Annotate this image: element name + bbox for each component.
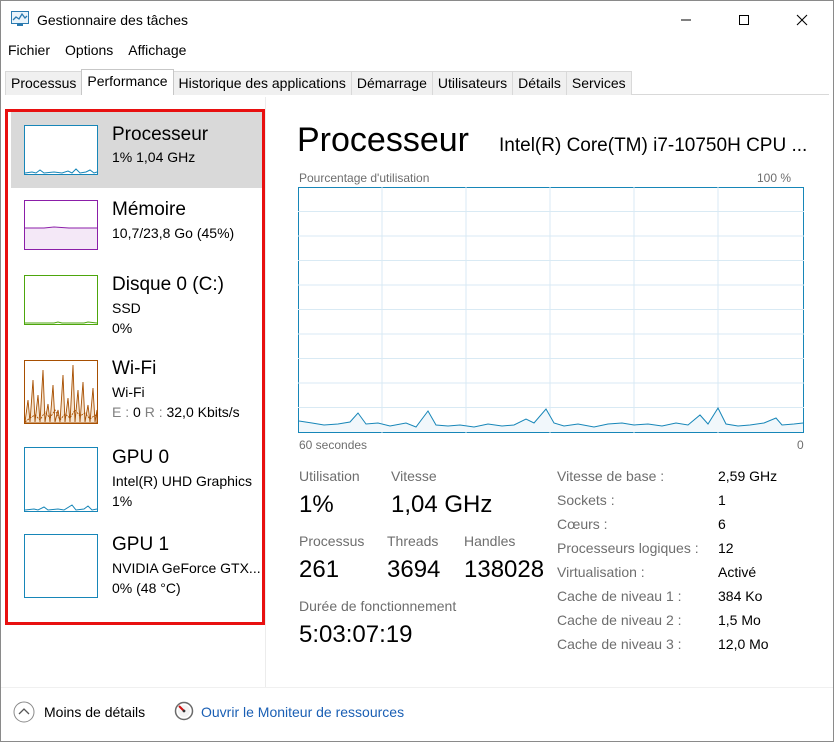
uptime-value: 5:03:07:19 xyxy=(299,621,413,648)
receive-label: R : xyxy=(144,404,163,420)
resource-detail: 10,7/23,8 Go (45%) xyxy=(112,225,235,241)
spec-label: Cache de niveau 1 : xyxy=(557,588,682,604)
send-label: E : xyxy=(112,404,130,420)
resource-list: Processeur 1% 1,04 GHz Mémoire 10,7/23,8… xyxy=(5,109,265,625)
resource-name: Wi-Fi xyxy=(112,358,157,379)
graph-label-top-left: Pourcentage d'utilisation xyxy=(299,171,430,185)
spec-label: Cache de niveau 2 : xyxy=(557,612,682,628)
receive-value: 32,0 Kbits/s xyxy=(166,404,240,420)
spec-value: 384 Ko xyxy=(718,588,763,604)
resource-detail: SSD xyxy=(112,300,141,316)
resource-usage: 0% (48 °C) xyxy=(112,580,181,596)
resource-detail: 1% 1,04 GHz xyxy=(112,149,196,165)
resource-item-disque[interactable]: Disque 0 (C:) SSD 0% xyxy=(11,264,262,340)
spec-label: Virtualisation : xyxy=(557,564,645,580)
wifi-throughput: E : 0 R : 32,0 Kbits/s xyxy=(112,404,240,420)
spec-label: Processeurs logiques : xyxy=(557,540,699,556)
memoire-mini-graph xyxy=(24,200,98,250)
minimize-icon xyxy=(681,19,691,21)
less-details-button[interactable]: Moins de détails xyxy=(44,704,145,720)
spec-value: 12,0 Mo xyxy=(718,636,769,652)
vitesse-label: Vitesse xyxy=(391,468,437,484)
wifi-mini-graph xyxy=(24,360,98,424)
send-value: 0 xyxy=(133,404,141,420)
resource-usage: 1% xyxy=(112,493,133,509)
gpu1-mini-graph xyxy=(24,534,98,598)
resource-name: Disque 0 (C:) xyxy=(112,274,224,295)
spec-label: Cache de niveau 3 : xyxy=(557,636,682,652)
resource-detail: Wi-Fi xyxy=(112,384,145,400)
close-icon xyxy=(796,14,808,26)
resource-name: Mémoire xyxy=(112,199,186,220)
graph-label-bottom-right: 0 xyxy=(797,438,804,452)
resource-monitor-icon[interactable] xyxy=(174,701,194,721)
page-title: Processeur xyxy=(297,121,469,159)
spec-label: Sockets : xyxy=(557,492,615,508)
resource-usage: 0% xyxy=(112,320,133,336)
tab-demarrage[interactable]: Démarrage xyxy=(350,71,433,95)
spec-value: 2,59 GHz xyxy=(718,468,778,484)
resource-item-memoire[interactable]: Mémoire 10,7/23,8 Go (45%) xyxy=(11,188,262,264)
spec-value: 1 xyxy=(718,492,726,508)
gpu0-mini-graph xyxy=(24,447,98,512)
title-bar: Gestionnaire des tâches xyxy=(1,1,833,39)
panel-divider xyxy=(265,97,266,687)
spec-value: 1,5 Mo xyxy=(718,612,761,628)
menu-options[interactable]: Options xyxy=(57,42,120,62)
menu-fichier[interactable]: Fichier xyxy=(1,42,57,62)
resource-item-wifi[interactable]: Wi-Fi Wi-Fi E : 0 R : 32,0 Kbits/s xyxy=(11,340,262,424)
chevron-up-icon[interactable] xyxy=(13,701,35,723)
resource-monitor-link[interactable]: Ouvrir le Moniteur de ressources xyxy=(201,704,404,720)
uptime-label: Durée de fonctionnement xyxy=(299,598,457,614)
maximize-button[interactable] xyxy=(721,1,767,39)
threads-label: Threads xyxy=(387,533,439,549)
handles-label: Handles xyxy=(464,533,516,549)
cpu-usage-graph xyxy=(298,187,804,433)
utilisation-value: 1% xyxy=(299,491,334,518)
resource-name: Processeur xyxy=(112,124,209,145)
cpu-model: Intel(R) Core(TM) i7-10750H CPU ... xyxy=(499,135,808,156)
handles-value: 138028 xyxy=(464,556,545,583)
threads-value: 3694 xyxy=(387,556,441,583)
disque-mini-graph xyxy=(24,275,98,325)
resource-name: GPU 1 xyxy=(112,534,170,555)
close-button[interactable] xyxy=(779,1,825,39)
utilisation-label: Utilisation xyxy=(299,468,360,484)
vitesse-value: 1,04 GHz xyxy=(391,491,493,518)
resource-item-gpu1[interactable]: GPU 1 NVIDIA GeForce GTX... 0% (48 °C) xyxy=(11,520,262,598)
resource-detail: Intel(R) UHD Graphics xyxy=(112,473,253,489)
resource-name: GPU 0 xyxy=(112,447,170,468)
menu-affichage[interactable]: Affichage xyxy=(120,42,193,62)
processus-label: Processus xyxy=(299,533,365,549)
tab-strip: Processus Performance Historique des app… xyxy=(5,69,632,95)
tab-processus[interactable]: Processus xyxy=(5,71,83,95)
tab-utilisateurs[interactable]: Utilisateurs xyxy=(431,71,514,95)
menu-bar: Fichier Options Affichage xyxy=(1,42,193,62)
spec-label: Cœurs : xyxy=(557,516,608,532)
graph-label-top-right: 100 % xyxy=(757,171,792,185)
tab-services[interactable]: Services xyxy=(565,71,632,95)
spec-value: Activé xyxy=(718,564,757,580)
window-title: Gestionnaire des tâches xyxy=(37,12,188,28)
graph-label-bottom-left: 60 secondes xyxy=(299,438,368,452)
resource-detail: NVIDIA GeForce GTX... xyxy=(112,560,261,576)
tab-historique[interactable]: Historique des applications xyxy=(172,71,352,95)
spec-label: Vitesse de base : xyxy=(557,468,665,484)
minimize-button[interactable] xyxy=(663,1,709,39)
task-manager-icon xyxy=(11,11,29,26)
processus-value: 261 xyxy=(299,556,340,583)
resource-item-processeur[interactable]: Processeur 1% 1,04 GHz xyxy=(11,112,262,188)
footer-divider xyxy=(1,687,833,688)
tab-performance[interactable]: Performance xyxy=(81,69,174,95)
resource-item-gpu0[interactable]: GPU 0 Intel(R) UHD Graphics 1% xyxy=(11,434,262,512)
spec-value: 12 xyxy=(718,540,734,556)
tab-details[interactable]: Détails xyxy=(512,71,567,95)
maximize-icon xyxy=(739,15,749,25)
processeur-mini-graph xyxy=(24,125,98,175)
spec-value: 6 xyxy=(718,516,726,532)
